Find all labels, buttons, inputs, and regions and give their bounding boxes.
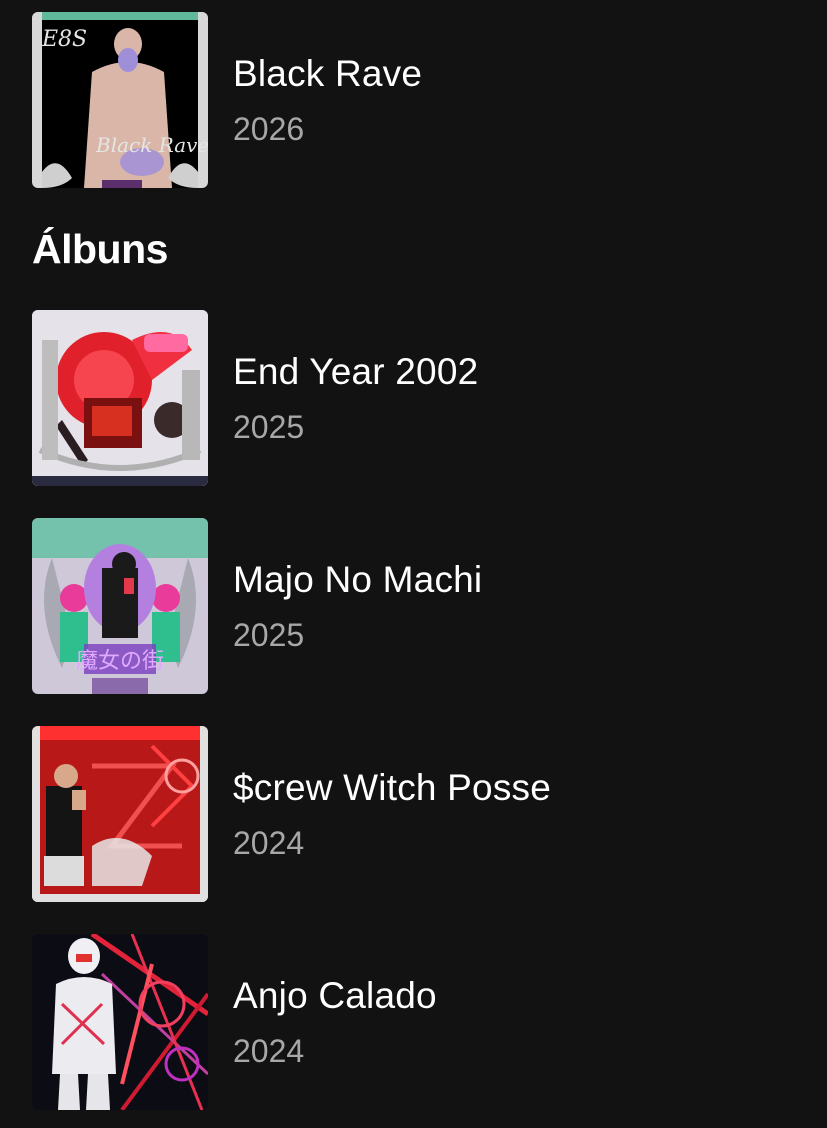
album-item[interactable]: End Year 2002 2025 bbox=[32, 310, 812, 486]
album-title: Majo No Machi bbox=[233, 558, 483, 600]
album-cover: E8S Black Rave bbox=[32, 12, 208, 188]
album-item[interactable]: Anjo Calado 2024 bbox=[32, 934, 812, 1110]
album-year: 2024 bbox=[233, 1032, 305, 1069]
album-year: 2024 bbox=[233, 824, 305, 861]
album-item[interactable]: $crew Witch Posse 2024 bbox=[32, 726, 812, 902]
discography-page: E8S Black Rave Black Rave 2026 Álbuns En… bbox=[0, 0, 827, 1128]
album-year: 2025 bbox=[233, 616, 305, 653]
release-item[interactable]: E8S Black Rave Black Rave 2026 bbox=[32, 12, 812, 188]
album-cover bbox=[32, 726, 208, 902]
section-title-albums: Álbuns bbox=[32, 226, 168, 272]
album-title: Anjo Calado bbox=[233, 974, 437, 1016]
release-title: Black Rave bbox=[233, 52, 423, 94]
album-cover bbox=[32, 310, 208, 486]
album-year: 2025 bbox=[233, 408, 305, 445]
album-item[interactable]: 魔女の街 Majo No Machi 2025 bbox=[32, 518, 812, 694]
svg-text:魔女の街: 魔女の街 bbox=[76, 649, 164, 674]
svg-text:E8S: E8S bbox=[41, 27, 87, 52]
release-year: 2026 bbox=[233, 110, 305, 147]
album-cover bbox=[32, 934, 208, 1110]
album-title: End Year 2002 bbox=[233, 350, 479, 392]
svg-text:Black Rave: Black Rave bbox=[95, 133, 208, 157]
album-cover: 魔女の街 bbox=[32, 518, 208, 694]
album-title: $crew Witch Posse bbox=[233, 766, 551, 808]
